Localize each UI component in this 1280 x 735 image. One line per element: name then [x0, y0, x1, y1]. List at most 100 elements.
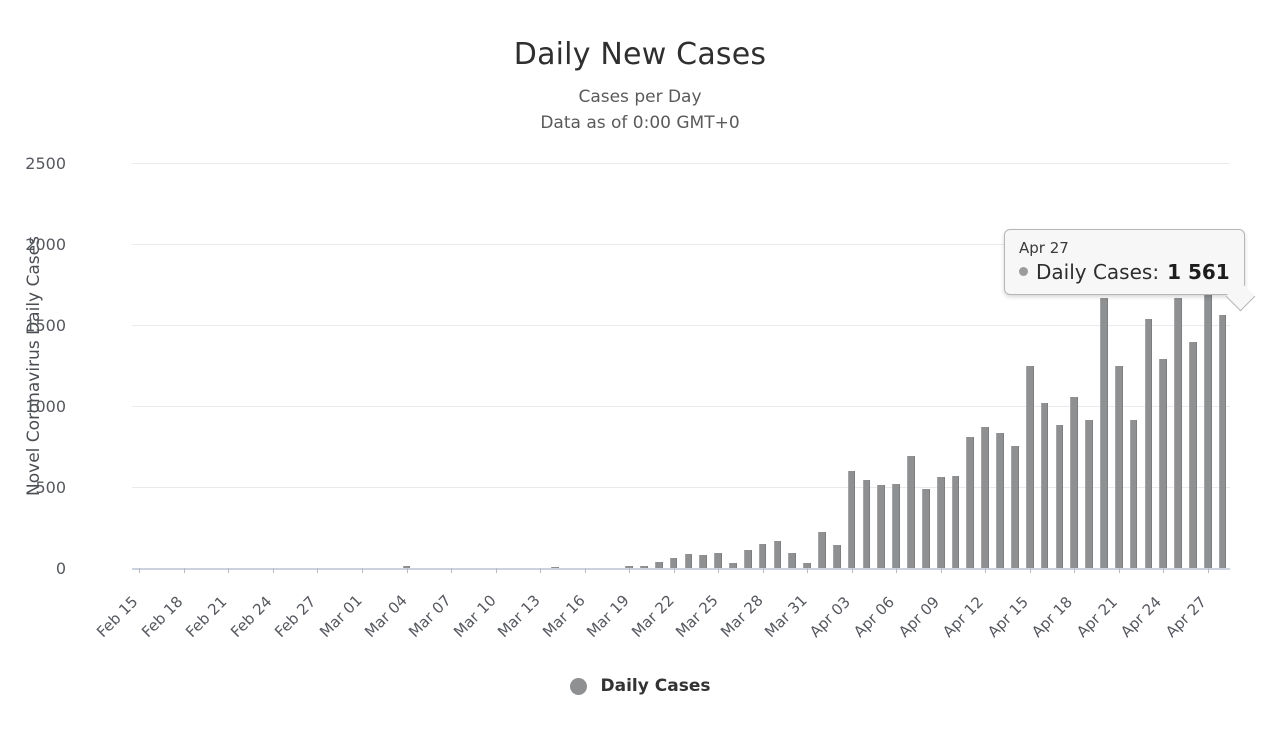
x-axis-tick-label: Apr 21	[1072, 592, 1121, 641]
x-axis-tick-label: Mar 07	[405, 591, 455, 641]
bar[interactable]	[832, 545, 841, 568]
y-axis-tick-label: 1000	[25, 397, 66, 416]
y-axis-tick-label: 2000	[25, 235, 66, 254]
x-axis-tick-label: Feb 27	[271, 592, 320, 641]
bar[interactable]	[966, 436, 975, 568]
y-axis-tick-label: 1500	[25, 316, 66, 335]
x-axis-tick-mark	[139, 568, 141, 573]
legend-item-label: Daily Cases	[600, 676, 711, 696]
bar[interactable]	[862, 479, 871, 568]
x-axis-tick-mark	[540, 568, 542, 573]
tooltip-series-row: Daily Cases: 1 561	[1019, 260, 1230, 284]
tooltip-value: 1 561	[1167, 259, 1230, 284]
bar[interactable]	[1144, 319, 1153, 568]
chart-legend[interactable]: Daily Cases	[0, 676, 1280, 696]
bar[interactable]	[1203, 286, 1212, 568]
bar[interactable]	[1070, 397, 1079, 568]
bar[interactable]	[714, 553, 722, 568]
tooltip-series-label: Daily Cases:	[1036, 259, 1160, 284]
x-axis-tick-mark	[1074, 568, 1076, 573]
bar[interactable]	[1100, 298, 1108, 568]
bar[interactable]	[773, 541, 782, 568]
x-axis-tick-mark	[272, 568, 274, 573]
y-axis-tick-label: 2500	[25, 154, 66, 173]
x-axis: Feb 15 Feb 18 Feb 21 Feb 24 Feb 27 Mar 01 Mar …	[93, 568, 1230, 688]
bar[interactable]	[788, 552, 797, 568]
bar[interactable]	[936, 477, 945, 568]
bar[interactable]	[996, 432, 1004, 568]
bar[interactable]	[684, 554, 693, 568]
x-axis-tick-mark	[629, 568, 631, 573]
bar[interactable]	[892, 483, 900, 568]
x-axis-tick-mark	[361, 568, 363, 573]
bar[interactable]	[907, 456, 915, 568]
bar[interactable]	[758, 543, 767, 568]
bar[interactable]	[1114, 366, 1123, 568]
x-axis-tick-label: Feb 24	[226, 592, 276, 641]
bar[interactable]	[847, 470, 856, 568]
x-axis-tick-label: Apr 27	[1161, 592, 1210, 641]
bar[interactable]	[1129, 419, 1138, 568]
x-axis-tick-label: Apr 06	[850, 592, 899, 641]
x-axis-tick-label: Apr 09	[894, 592, 943, 641]
x-axis-tick-label: Apr 15	[983, 592, 1032, 641]
bar[interactable]	[1218, 315, 1227, 568]
tooltip-series-marker-icon	[1019, 267, 1028, 277]
x-axis-tick-label: Feb 21	[182, 592, 231, 641]
x-axis-tick-mark	[940, 568, 942, 573]
bar[interactable]	[699, 555, 708, 568]
bar[interactable]	[818, 531, 826, 568]
bar[interactable]	[743, 550, 752, 568]
bar[interactable]	[951, 476, 960, 568]
bar[interactable]	[921, 488, 930, 568]
bar[interactable]	[877, 485, 886, 568]
x-axis-tick-mark	[673, 568, 675, 573]
x-axis-tick-mark	[317, 568, 319, 573]
y-axis-tick-label: 0	[55, 559, 66, 578]
bars-layer	[132, 163, 1230, 568]
chart-page: Daily New Cases Cases per Day Data as of…	[0, 0, 1280, 735]
x-axis-tick-label: Mar 10	[449, 591, 500, 641]
x-axis-tick-mark	[406, 568, 408, 573]
bar[interactable]	[1010, 445, 1019, 568]
x-axis-tick-mark	[584, 568, 586, 573]
x-axis-tick-mark	[1163, 568, 1165, 573]
x-axis-tick-mark	[762, 568, 764, 573]
bar[interactable]	[1025, 366, 1034, 568]
x-axis-tick-label: Mar 28	[716, 591, 767, 641]
x-axis-tick-label: Mar 13	[494, 591, 544, 641]
x-axis-tick-mark	[1029, 568, 1031, 573]
bar[interactable]	[1040, 402, 1049, 568]
x-axis-tick-mark	[1118, 568, 1120, 573]
plot-wrapper: 0 500 1000 1500 2000 2500 Feb 15 Feb 18 Feb 21 F…	[0, 0, 1280, 735]
x-axis-tick-mark	[985, 568, 987, 573]
bar[interactable]	[981, 427, 990, 568]
x-axis-tick-label: Mar 31	[761, 591, 811, 641]
bar[interactable]	[1174, 298, 1182, 568]
x-axis-tick-label: Apr 24	[1117, 592, 1166, 641]
x-axis-tick-mark	[451, 568, 452, 573]
bar[interactable]	[1085, 419, 1093, 568]
x-axis-tick-mark	[718, 568, 720, 573]
x-axis-tick-label: Apr 18	[1028, 592, 1077, 641]
x-axis-tick-mark	[228, 568, 230, 573]
tooltip-date: Apr 27	[1019, 239, 1069, 257]
x-axis-tick-mark	[495, 568, 497, 573]
x-axis-tick-label: Mar 22	[627, 591, 678, 641]
x-axis-tick-mark	[896, 568, 898, 573]
bar[interactable]	[1055, 424, 1064, 568]
x-axis-tick-label: Mar 19	[583, 591, 633, 641]
data-point-tooltip: Apr 27 Daily Cases: 1 561	[1004, 229, 1256, 312]
x-axis-tick-label: Mar 04	[360, 591, 411, 641]
x-axis-tick-label: Apr 12	[939, 592, 988, 641]
bar[interactable]	[1159, 359, 1168, 568]
x-axis-tick-mark	[1207, 568, 1209, 573]
bar[interactable]	[1189, 342, 1197, 568]
x-axis-tick-label: Mar 01	[316, 591, 366, 641]
x-axis-tick-mark	[183, 568, 185, 573]
bar[interactable]	[669, 558, 678, 568]
x-axis-tick-mark	[807, 568, 809, 573]
x-axis-tick-label: Mar 25	[672, 591, 722, 641]
x-axis-tick-mark	[851, 568, 853, 573]
x-axis-tick-label: Feb 15	[93, 592, 142, 641]
